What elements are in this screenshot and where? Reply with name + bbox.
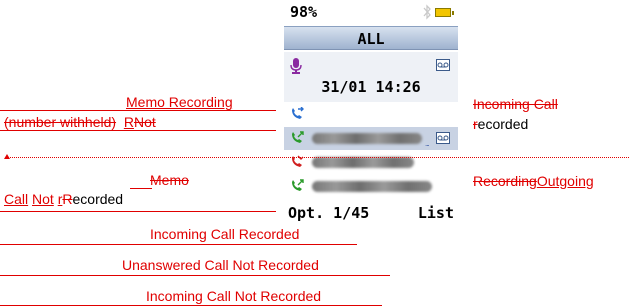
title-bar: ALL (284, 26, 458, 50)
call-row-missed[interactable] (284, 151, 458, 174)
phone-number-blurred (312, 181, 432, 192)
legend-incoming-recorded: Incoming Call Recorded (150, 226, 300, 242)
label-recording-outgoing: RecordingOutgoing (473, 173, 594, 189)
call-row-incoming[interactable] (284, 103, 458, 126)
label-recorded: recorded (473, 116, 529, 132)
underline (0, 305, 382, 306)
underline (0, 275, 390, 276)
microphone-icon (290, 58, 302, 74)
underline (0, 211, 276, 212)
voicemail-icon (436, 59, 450, 71)
bluetooth-icon (423, 4, 431, 20)
phone-screen: 98% ALL 31/01 14:26 ... Opt. 1/45 List (284, 0, 458, 226)
underline (0, 244, 357, 245)
legend-incoming-not-recorded: Incoming Call Not Recorded (146, 288, 322, 304)
status-bar: 98% (284, 0, 458, 26)
options-softkey[interactable]: Opt. 1/45 (288, 204, 369, 222)
legend-unanswered-not-recorded: Unanswered Call Not Recorded (122, 257, 319, 273)
phone-number-blurred (312, 157, 414, 168)
call-row-outgoing[interactable] (284, 175, 458, 198)
incoming-call-icon (292, 107, 304, 119)
voicemail-icon (436, 132, 450, 144)
underline (0, 130, 276, 131)
memo-entry[interactable]: 31/01 14:26 (284, 52, 458, 102)
phone-number-blurred (312, 133, 422, 144)
label-memo-deleted: Memo (150, 172, 189, 188)
battery-percent: 98% (290, 3, 318, 21)
label-incoming-call-deleted: Incoming Call (473, 96, 558, 112)
call-list: ... (284, 103, 458, 201)
underline (130, 188, 152, 189)
battery-icon (435, 8, 454, 17)
list-softkey[interactable]: List (418, 204, 454, 222)
label-number-withheld: (number withheld) RNot (4, 114, 156, 130)
separator-line (8, 157, 629, 158)
insertion-marker-icon (4, 154, 10, 159)
label-memo-recording: Memo Recording (126, 94, 233, 110)
underline (0, 110, 276, 111)
softkey-bar: Opt. 1/45 List (284, 202, 458, 226)
more-dots: ... (425, 139, 430, 148)
outgoing-call-icon (292, 179, 304, 191)
label-call-not-recorded: Call Not rRecorded (4, 191, 124, 207)
memo-datetime: 31/01 14:26 (321, 78, 421, 96)
outgoing-call-icon (292, 131, 304, 143)
page-title: ALL (357, 30, 385, 48)
call-row-selected[interactable]: ... (284, 127, 458, 150)
